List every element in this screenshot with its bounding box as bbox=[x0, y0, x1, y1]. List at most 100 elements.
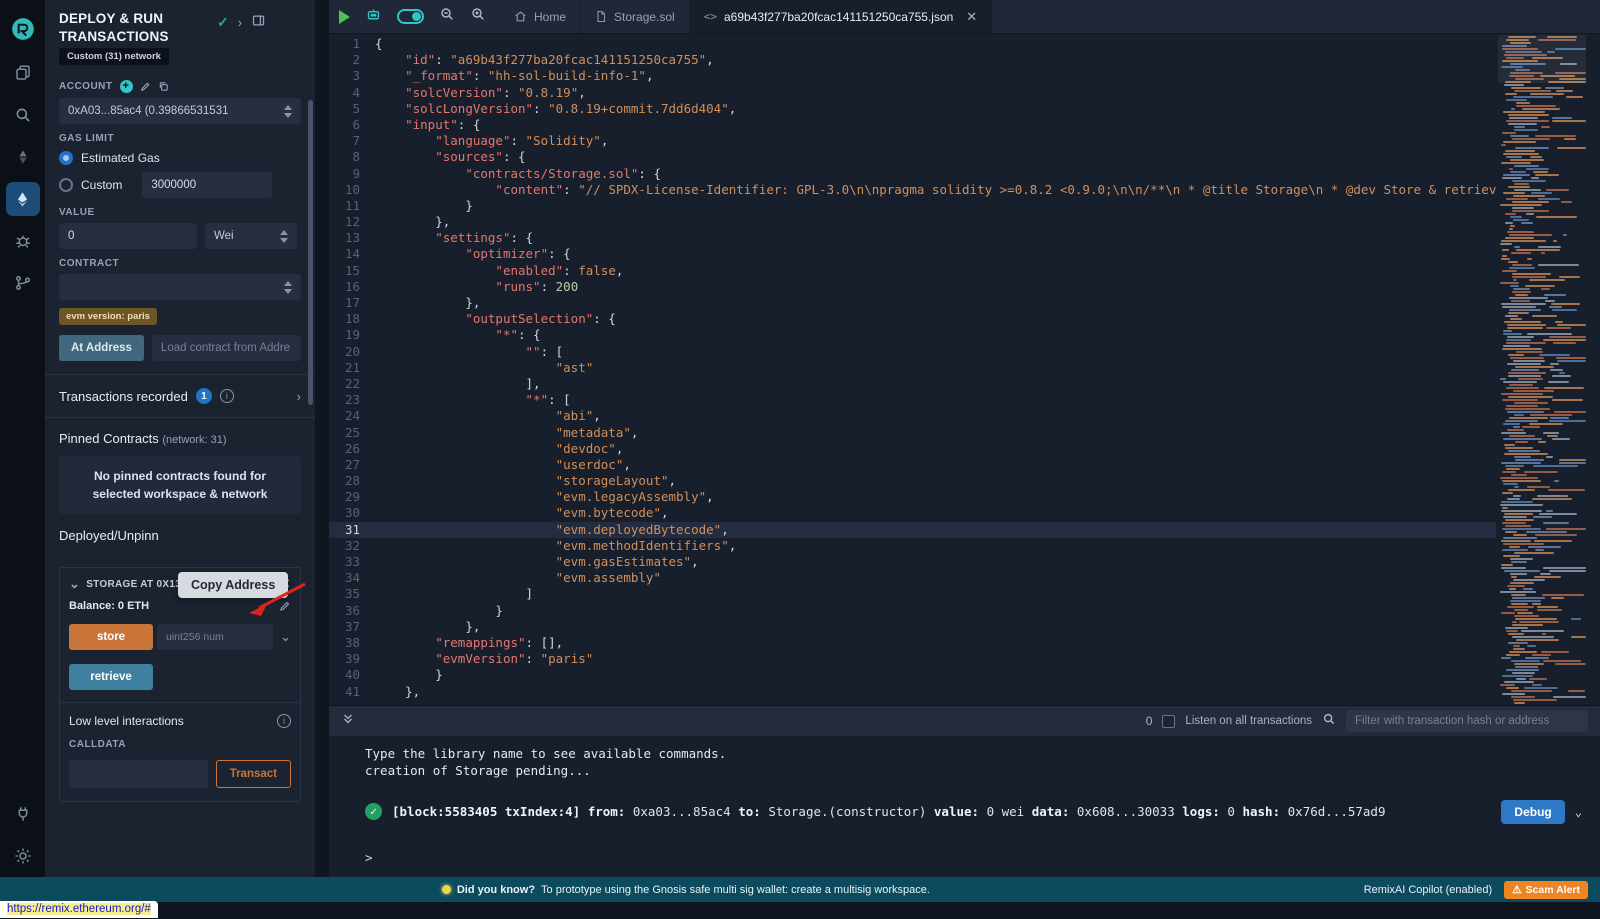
close-tab-icon[interactable]: ✕ bbox=[966, 9, 977, 25]
code-line[interactable]: 41 }, bbox=[329, 684, 1496, 700]
estimated-gas-radio[interactable] bbox=[59, 151, 73, 165]
custom-gas-input[interactable] bbox=[142, 172, 272, 198]
tab-home[interactable]: Home bbox=[500, 0, 581, 33]
remix-logo-icon[interactable] bbox=[0, 6, 45, 52]
code-line[interactable]: 15 "enabled": false, bbox=[329, 263, 1496, 279]
code-line[interactable]: 26 "devdoc", bbox=[329, 441, 1496, 457]
expand-transactions-icon[interactable]: › bbox=[297, 389, 301, 404]
code-line[interactable]: 12 }, bbox=[329, 214, 1496, 230]
code-line[interactable]: 3 "_format": "hh-sol-build-info-1", bbox=[329, 68, 1496, 84]
listen-all-checkbox[interactable] bbox=[1162, 715, 1175, 728]
code-line[interactable]: 8 "sources": { bbox=[329, 149, 1496, 165]
code-line[interactable]: 17 }, bbox=[329, 295, 1496, 311]
code-line[interactable]: 37 }, bbox=[329, 619, 1496, 635]
code-line[interactable]: 16 "runs": 200 bbox=[329, 279, 1496, 295]
panel-scrollbar[interactable] bbox=[308, 100, 313, 405]
zoom-out-icon[interactable] bbox=[439, 6, 455, 27]
deploy-and-run-icon[interactable] bbox=[6, 182, 40, 216]
code-line[interactable]: 38 "remappings": [], bbox=[329, 635, 1496, 651]
run-script-icon[interactable] bbox=[339, 10, 350, 24]
minimap-viewport[interactable] bbox=[1498, 35, 1586, 83]
load-contract-input[interactable] bbox=[152, 335, 301, 361]
code-line[interactable]: 9 "contracts/Storage.sol": { bbox=[329, 166, 1496, 182]
copy-account-icon[interactable] bbox=[158, 81, 169, 92]
at-address-button[interactable]: At Address bbox=[59, 335, 144, 361]
copilot-status[interactable]: RemixAI Copilot (enabled) bbox=[1364, 884, 1492, 896]
collapse-instance-icon[interactable]: ⌄ bbox=[69, 576, 80, 592]
code-line[interactable]: 29 "evm.legacyAssembly", bbox=[329, 489, 1496, 505]
solidity-compiler-icon[interactable] bbox=[0, 136, 45, 178]
code-line[interactable]: 24 "abi", bbox=[329, 408, 1496, 424]
debugger-icon[interactable] bbox=[0, 220, 45, 262]
pin-panel-icon[interactable] bbox=[251, 13, 266, 31]
code-line[interactable]: 23 "*": [ bbox=[329, 392, 1496, 408]
code-line[interactable]: 18 "outputSelection": { bbox=[329, 311, 1496, 327]
edit-account-icon[interactable] bbox=[140, 81, 151, 92]
account-stepper-icon[interactable] bbox=[284, 105, 292, 118]
code-line[interactable]: 32 "evm.methodIdentifiers", bbox=[329, 538, 1496, 554]
code-line[interactable]: 14 "optimizer": { bbox=[329, 246, 1496, 262]
code-line[interactable]: 19 "*": { bbox=[329, 327, 1496, 343]
value-input[interactable] bbox=[59, 223, 197, 249]
retrieve-button[interactable]: retrieve bbox=[69, 664, 153, 690]
terminal-filter-input[interactable] bbox=[1346, 710, 1588, 732]
code-line[interactable]: 39 "evmVersion": "paris" bbox=[329, 651, 1496, 667]
code-line[interactable]: 10 "content": "// SPDX-License-Identifie… bbox=[329, 182, 1496, 198]
code-line[interactable]: 25 "metadata", bbox=[329, 425, 1496, 441]
tab-build-info-json[interactable]: <> a69b43f277ba20fcac141151250ca755.json… bbox=[690, 0, 992, 33]
code-line[interactable]: 36 } bbox=[329, 603, 1496, 619]
transaction-log[interactable]: ✓ [block:5583405 txIndex:4] from: 0xa03.… bbox=[365, 800, 1582, 824]
store-button[interactable]: store bbox=[69, 624, 153, 650]
code-line[interactable]: 30 "evm.bytecode", bbox=[329, 505, 1496, 521]
code-line[interactable]: 2 "id": "a69b43f277ba20fcac141151250ca75… bbox=[329, 52, 1496, 68]
code-line[interactable]: 21 "ast" bbox=[329, 360, 1496, 376]
code-line[interactable]: 5 "solcLongVersion": "0.8.19+commit.7dd6… bbox=[329, 101, 1496, 117]
code-line[interactable]: 22 ], bbox=[329, 376, 1496, 392]
code-line[interactable]: 40 } bbox=[329, 667, 1496, 683]
zoom-in-icon[interactable] bbox=[470, 6, 486, 27]
contract-select[interactable] bbox=[59, 274, 301, 300]
code-line[interactable]: 6 "input": { bbox=[329, 117, 1496, 133]
settings-gear-icon[interactable] bbox=[0, 835, 45, 877]
contract-stepper-icon[interactable] bbox=[284, 281, 292, 294]
copilot-toggle[interactable] bbox=[397, 9, 424, 24]
panel-forward-icon[interactable]: › bbox=[238, 15, 242, 30]
add-account-icon[interactable]: + bbox=[120, 80, 133, 93]
code-line[interactable]: 27 "userdoc", bbox=[329, 457, 1496, 473]
code-line[interactable]: 34 "evm.assembly" bbox=[329, 570, 1496, 586]
custom-gas-radio[interactable] bbox=[59, 178, 73, 192]
code-line[interactable]: 20 "": [ bbox=[329, 344, 1496, 360]
info-icon[interactable]: i bbox=[220, 389, 234, 403]
code-line[interactable]: 11 } bbox=[329, 198, 1496, 214]
code-line[interactable]: 4 "solcVersion": "0.8.19", bbox=[329, 85, 1496, 101]
estimated-gas-option[interactable]: Estimated Gas bbox=[59, 151, 301, 165]
expand-store-icon[interactable]: ⌄ bbox=[280, 629, 291, 645]
debug-button[interactable]: Debug bbox=[1501, 800, 1564, 824]
code-line[interactable]: 28 "storageLayout", bbox=[329, 473, 1496, 489]
code-line[interactable]: 33 "evm.gasEstimates", bbox=[329, 554, 1496, 570]
code-line[interactable]: 13 "settings": { bbox=[329, 230, 1496, 246]
collapse-terminal-icon[interactable] bbox=[341, 712, 355, 731]
custom-gas-option[interactable]: Custom bbox=[59, 172, 301, 198]
code-editor[interactable]: 1{2 "id": "a69b43f277ba20fcac141151250ca… bbox=[329, 35, 1600, 705]
store-arg-input[interactable] bbox=[157, 624, 273, 650]
unit-stepper-icon[interactable] bbox=[280, 230, 288, 243]
account-select[interactable]: 0xA03...85ac4 (0.39866531531 bbox=[59, 98, 301, 124]
scam-alert-button[interactable]: ⚠Scam Alert bbox=[1504, 881, 1588, 899]
expand-tx-icon[interactable]: ⌄ bbox=[1575, 805, 1582, 819]
code-line[interactable]: 7 "language": "Solidity", bbox=[329, 133, 1496, 149]
calldata-input[interactable] bbox=[69, 760, 208, 788]
git-icon[interactable] bbox=[0, 262, 45, 304]
file-explorer-icon[interactable] bbox=[0, 52, 45, 94]
tab-storage-sol[interactable]: Storage.sol bbox=[581, 0, 690, 33]
code-line[interactable]: 35 ] bbox=[329, 586, 1496, 602]
transact-button[interactable]: Transact bbox=[216, 760, 291, 788]
transactions-recorded[interactable]: Transactions recorded 1 i › bbox=[45, 388, 315, 404]
search-icon[interactable] bbox=[0, 94, 45, 136]
terminal-prompt[interactable]: > bbox=[365, 850, 1600, 865]
code-line[interactable]: 31 "evm.deployedBytecode", bbox=[329, 522, 1496, 538]
value-unit-select[interactable]: Wei bbox=[205, 223, 297, 249]
code-line[interactable]: 1{ bbox=[329, 36, 1496, 52]
ai-copilot-icon[interactable] bbox=[365, 6, 382, 28]
terminal-search-icon[interactable] bbox=[1322, 712, 1336, 731]
